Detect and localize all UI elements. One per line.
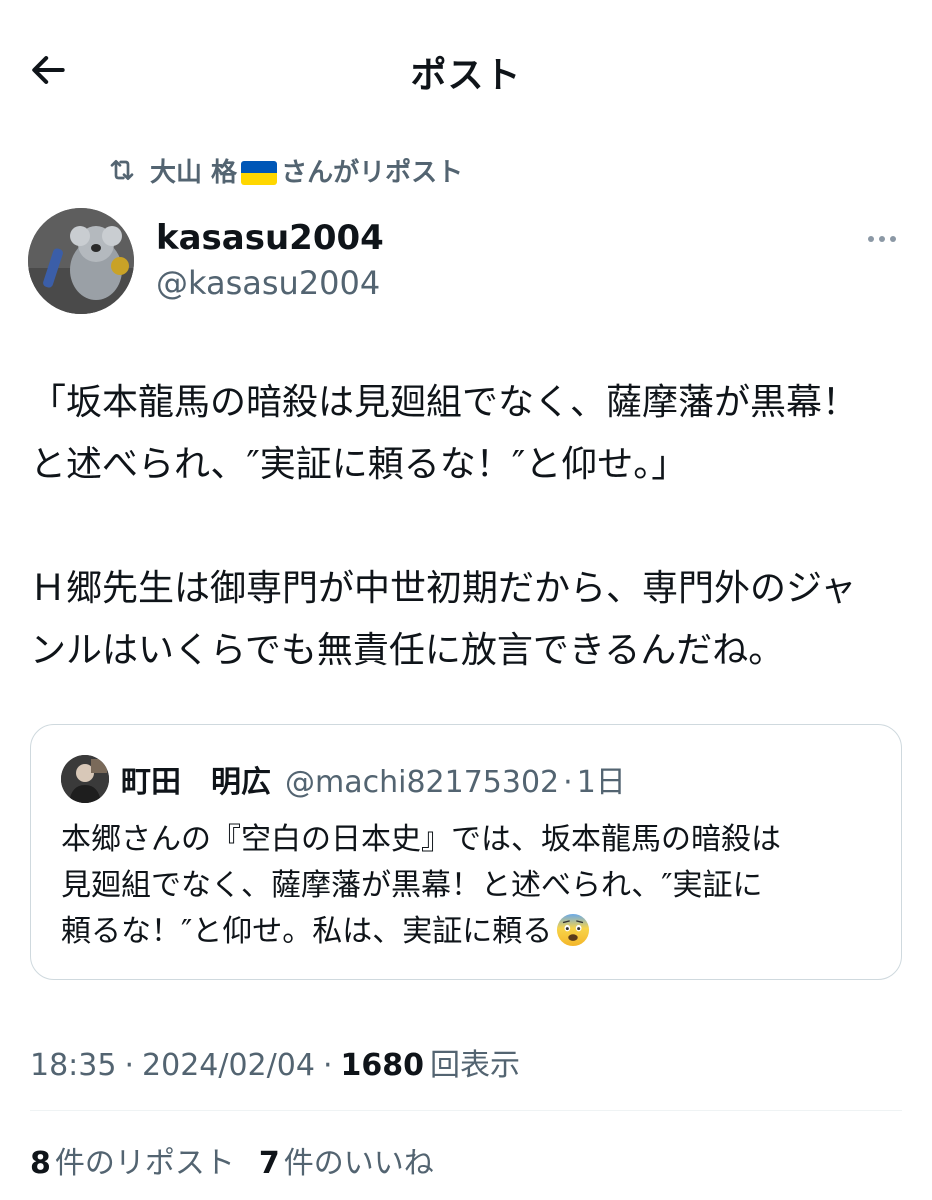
top-bar: ポスト <box>0 0 932 140</box>
view-label: 回表示 <box>429 1048 520 1083</box>
tweet-line: Ｈ郷先生は御専門が中世初期だから、専門外のジャ <box>30 568 857 609</box>
reposts-link[interactable]: 8 件のリポスト <box>30 1138 235 1182</box>
quote-header: 町田 明広 @machi82175302 · 1日 <box>121 757 626 801</box>
likes-link[interactable]: 7 件のいいね <box>259 1138 434 1182</box>
quote-avatar <box>61 755 109 803</box>
page-title: ポスト <box>410 55 522 96</box>
meta-separator: · <box>124 1048 135 1083</box>
quote-timestamp: 1日 <box>576 765 626 800</box>
view-count: 1680 <box>340 1048 424 1083</box>
like-count: 7 <box>258 1146 280 1181</box>
fearful-face-emoji <box>557 913 590 947</box>
quote-line: 本郷さんの『空白の日本史』では、坂本龍馬の暗殺は <box>61 822 781 857</box>
like-label: 件のいいね <box>283 1146 434 1181</box>
quoted-post[interactable]: 町田 明広 @machi82175302 · 1日 本郷さんの『空白の日本史』で… <box>30 724 902 980</box>
quote-text: 本郷さんの『空白の日本史』では、坂本龍馬の暗殺は 見廻組でなく、薩摩藩が黒幕！と… <box>61 817 891 955</box>
post-meta: 18:35 · 2024/02/04 · 1680 回表示 <box>30 1040 520 1084</box>
author-name[interactable]: kasasu2004 <box>156 218 384 258</box>
divider <box>30 1110 902 1111</box>
quote-author-name: 町田 明広 <box>121 765 271 800</box>
repost-label: 件のリポスト <box>54 1146 235 1181</box>
quote-line: 見廻組でなく、薩摩藩が黒幕！と述べられ、″実証に <box>61 868 763 903</box>
tweet-line: ンルはいくらでも無責任に放言できるんだね。 <box>30 630 785 671</box>
repost-context[interactable]: 大山 格さんがリポスト <box>104 150 463 190</box>
quote-separator: · <box>563 765 573 800</box>
tweet-text: 「坂本龍馬の暗殺は見廻組でなく、薩摩藩が黒幕！ と述べられ、″実証に頼るな！″と… <box>30 372 910 682</box>
meta-separator: · <box>322 1048 333 1083</box>
engagement-stats: 8 件のリポスト 7 件のいいね <box>30 1138 434 1182</box>
repost-count: 8 <box>30 1146 51 1181</box>
ukraine-flag-icon <box>241 161 278 185</box>
tweet-line: 「坂本龍馬の暗殺は見廻組でなく、薩摩藩が黒幕！ <box>30 382 859 423</box>
tweet-line: と述べられ、″実証に頼るな！″と仰せ。」 <box>30 444 688 485</box>
quote-line: 頼るな！″と仰せ。私は、実証に頼る <box>61 909 891 955</box>
post-time[interactable]: 18:35 <box>30 1048 116 1083</box>
quote-author-handle: @machi82175302 <box>285 765 560 800</box>
repost-user: 大山 格さんがリポスト <box>150 157 464 188</box>
more-icon[interactable] <box>862 224 902 254</box>
repost-icon <box>104 152 140 188</box>
author-handle[interactable]: @kasasu2004 <box>156 264 380 302</box>
post-date[interactable]: 2024/02/04 <box>142 1048 315 1083</box>
avatar[interactable] <box>28 208 134 314</box>
